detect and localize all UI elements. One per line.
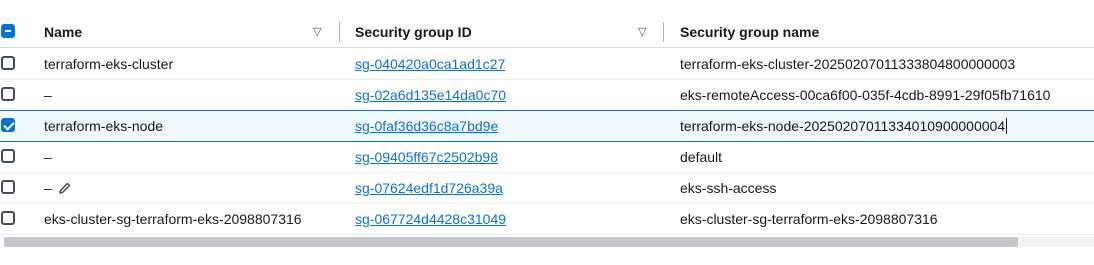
column-header-name[interactable]: Name xyxy=(44,16,82,47)
row-checkbox[interactable] xyxy=(1,149,15,163)
table-row[interactable]: – sg-02a6d135e14da0c70 eks-remoteAccess-… xyxy=(0,79,1094,111)
column-divider[interactable] xyxy=(663,22,664,42)
row-name: – xyxy=(44,148,52,165)
sort-sg-id-icon[interactable]: ▽ xyxy=(638,25,646,38)
row-checkbox[interactable] xyxy=(1,211,15,225)
column-divider[interactable] xyxy=(339,22,340,42)
security-group-id-link[interactable]: sg-07624edf1d726a39a xyxy=(355,172,503,203)
pencil-icon[interactable] xyxy=(58,181,72,195)
security-group-name: eks-cluster-sg-terraform-eks-2098807316 xyxy=(680,210,938,227)
column-header-sg-name[interactable]: Security group name xyxy=(680,16,819,47)
security-group-id-link[interactable]: sg-0faf36d36c8a7bd9e xyxy=(355,111,498,141)
security-group-id-link[interactable]: sg-067724d4428c31049 xyxy=(355,203,506,234)
row-checkbox[interactable] xyxy=(1,56,15,70)
row-name-cell: – xyxy=(44,172,72,203)
security-group-name: eks-remoteAccess-00ca6f00-035f-4cdb-8991… xyxy=(680,86,1051,103)
column-header-sg-id[interactable]: Security group ID xyxy=(355,16,472,47)
security-group-name: default xyxy=(680,148,723,165)
table-row-selected[interactable]: terraform-eks-node sg-0faf36d36c8a7bd9e … xyxy=(0,110,1094,142)
security-group-name-cell: terraform-eks-node-202502070113340109000… xyxy=(680,111,1008,141)
security-group-id-link[interactable]: sg-09405ff67c2502b98 xyxy=(355,141,498,172)
table-row[interactable]: eks-cluster-sg-terraform-eks-2098807316 … xyxy=(0,203,1094,235)
sort-name-icon[interactable]: ▽ xyxy=(313,25,321,38)
row-checkbox[interactable] xyxy=(1,87,15,101)
horizontal-scrollbar-thumb[interactable] xyxy=(4,237,1018,247)
table-row[interactable]: – sg-09405ff67c2502b98 default xyxy=(0,141,1094,173)
row-name: terraform-eks-cluster xyxy=(44,55,174,72)
table-row[interactable]: – sg-07624edf1d726a39a eks-ssh-access xyxy=(0,172,1094,204)
row-checkbox[interactable] xyxy=(1,118,15,132)
row-name: – xyxy=(44,179,52,196)
security-group-name: terraform-eks-cluster-202502070113338048… xyxy=(680,55,1016,72)
security-group-name: eks-ssh-access xyxy=(680,179,777,196)
table-header: Name ▽ Security group ID ▽ Security grou… xyxy=(0,16,1094,48)
select-all-checkbox[interactable] xyxy=(1,24,15,38)
text-cursor xyxy=(1006,118,1008,134)
row-checkbox[interactable] xyxy=(1,180,15,194)
table-row[interactable]: terraform-eks-cluster sg-040420a0ca1ad1c… xyxy=(0,48,1094,80)
security-group-id-link[interactable]: sg-02a6d135e14da0c70 xyxy=(355,79,506,110)
security-group-name: terraform-eks-node-202502070113340109000… xyxy=(680,118,1006,134)
row-name: – xyxy=(44,86,52,103)
security-group-id-link[interactable]: sg-040420a0ca1ad1c27 xyxy=(355,48,505,79)
row-name: terraform-eks-node xyxy=(44,118,164,134)
row-name: eks-cluster-sg-terraform-eks-2098807316 xyxy=(44,210,302,227)
